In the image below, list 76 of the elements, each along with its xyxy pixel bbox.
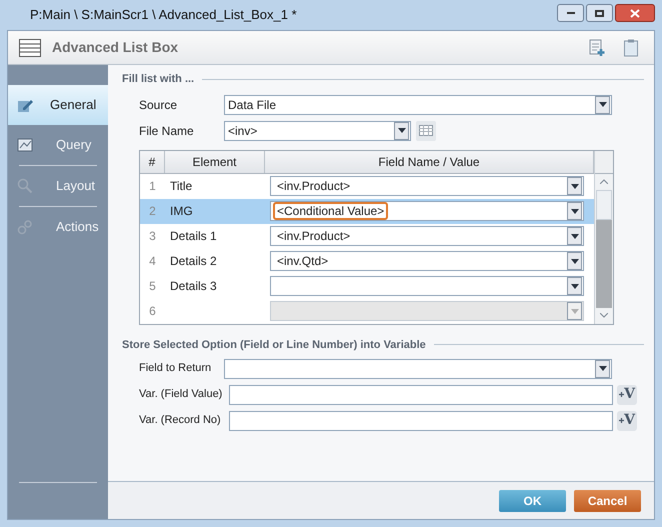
element-cell-text: Title bbox=[169, 178, 194, 195]
row-number: 3 bbox=[148, 228, 157, 245]
close-icon bbox=[630, 8, 640, 18]
gears-icon bbox=[17, 219, 33, 235]
scroll-down-icon[interactable] bbox=[600, 313, 608, 318]
section-title: Fill list with ... bbox=[122, 72, 194, 87]
sidebar-tab[interactable]: General bbox=[8, 85, 108, 125]
caret-icon bbox=[570, 284, 578, 288]
clipboard-icon[interactable] bbox=[624, 38, 638, 56]
caret-icon bbox=[570, 234, 578, 238]
row-number: 5 bbox=[148, 278, 157, 295]
dialog-title: Advanced List Box bbox=[52, 38, 178, 57]
dropdown-button[interactable] bbox=[567, 277, 582, 295]
maximize-button[interactable] bbox=[586, 4, 613, 22]
element-cell-text: Details 1 bbox=[169, 228, 218, 245]
variable-button[interactable]: V bbox=[617, 410, 637, 430]
value-dropdown[interactable]: <inv.Product> bbox=[270, 226, 584, 246]
field-label: Field to Return bbox=[139, 361, 212, 376]
element-cell-text: IMG bbox=[169, 203, 194, 220]
caret-icon bbox=[598, 102, 606, 107]
element-cell-text: Details 3 bbox=[169, 278, 218, 295]
row-number: 4 bbox=[148, 253, 157, 270]
minimize-button[interactable] bbox=[557, 4, 584, 22]
caret-icon bbox=[598, 366, 606, 371]
list-icon bbox=[19, 38, 41, 56]
dropdown-button[interactable] bbox=[567, 252, 582, 270]
column-header: Element bbox=[165, 150, 265, 172]
field-dropdown[interactable] bbox=[224, 358, 612, 378]
variable-button[interactable]: V bbox=[617, 384, 637, 404]
value-text: <inv.Product> bbox=[276, 228, 352, 245]
chart-icon bbox=[17, 138, 33, 152]
value-dropdown[interactable]: <inv.Qtd> bbox=[270, 251, 584, 271]
scroll-thumb[interactable] bbox=[596, 190, 612, 220]
close-button[interactable] bbox=[615, 4, 655, 22]
magnifier-icon bbox=[17, 178, 33, 194]
window-title: P:Main \ S:MainScr1 \ Advanced_List_Box_1 * bbox=[30, 6, 297, 24]
dropdown-button[interactable] bbox=[567, 177, 582, 195]
caret-icon bbox=[570, 308, 578, 314]
row-number: 1 bbox=[148, 178, 157, 195]
value-dropdown[interactable]: <inv.Product> bbox=[270, 176, 584, 196]
scroll-up-icon[interactable] bbox=[600, 179, 608, 184]
row-number: 2 bbox=[148, 203, 157, 220]
add-document-icon[interactable] bbox=[589, 38, 605, 56]
value-dropdown[interactable]: <Conditional Value> bbox=[270, 201, 584, 221]
plus-icon bbox=[619, 418, 624, 423]
dropdown-button[interactable] bbox=[567, 227, 582, 245]
variable-field[interactable] bbox=[229, 410, 613, 430]
caret-icon bbox=[570, 208, 578, 214]
table-row[interactable]: 3 Details 1 <inv.Product> bbox=[140, 224, 594, 248]
grid-icon bbox=[419, 125, 433, 136]
section-title: Store Selected Option (Field or Line Number) into Variable bbox=[122, 338, 426, 352]
field-label: File Name bbox=[139, 122, 195, 140]
table-row[interactable]: 2 IMG <Conditional Value> bbox=[140, 198, 594, 224]
table-row[interactable]: 1 Title <inv.Product> bbox=[140, 174, 594, 198]
dropdown-button[interactable] bbox=[595, 360, 610, 378]
file-name-dropdown[interactable]: <inv> bbox=[224, 120, 411, 140]
source-dropdown[interactable]: Data File bbox=[224, 94, 612, 114]
caret-icon bbox=[398, 128, 406, 133]
row-number: 6 bbox=[148, 303, 157, 320]
caret-icon bbox=[570, 258, 578, 264]
dropdown-button[interactable] bbox=[394, 122, 409, 140]
caret-icon bbox=[570, 184, 578, 188]
column-header: # bbox=[140, 150, 165, 172]
plus-icon bbox=[619, 392, 624, 397]
field-label: Var. (Record No) bbox=[139, 413, 222, 428]
variable-field[interactable] bbox=[229, 384, 613, 404]
dropdown-button[interactable] bbox=[595, 96, 610, 114]
value-text: <inv.Qtd> bbox=[276, 253, 330, 270]
value-text: <Conditional Value> bbox=[273, 202, 388, 220]
field-label: Source bbox=[139, 96, 178, 114]
dropdown-button[interactable] bbox=[567, 202, 582, 220]
element-cell-text: Details 2 bbox=[169, 253, 218, 270]
pencil-icon bbox=[17, 97, 33, 113]
value-text: <inv.Product> bbox=[276, 178, 352, 195]
field-label: Var. (Field Value) bbox=[139, 387, 224, 402]
table-button[interactable] bbox=[416, 120, 436, 140]
